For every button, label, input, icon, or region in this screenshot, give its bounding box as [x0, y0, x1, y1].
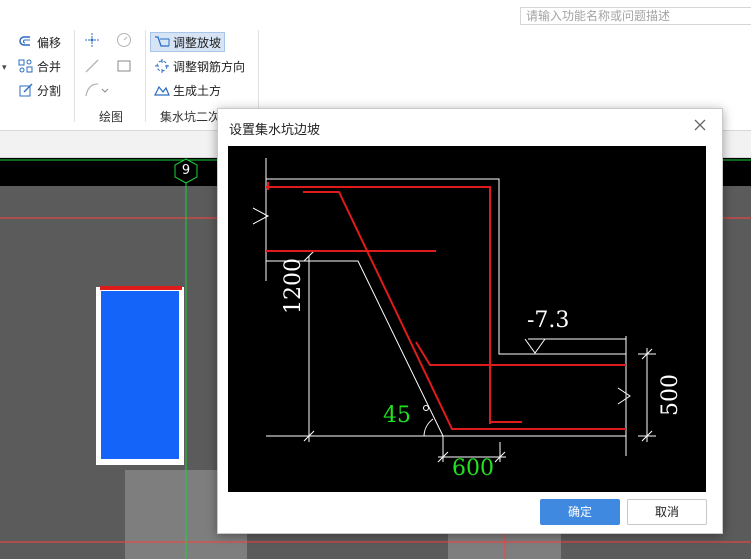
draw-group-label: 绘图 [99, 110, 124, 124]
elevation-symbol [524, 338, 546, 354]
slope-diagram-graphics [252, 158, 656, 463]
ok-button[interactable]: 确定 [540, 499, 620, 525]
elevation-label: -7.3 [527, 308, 570, 333]
height-dimension-label: 1200 [281, 258, 306, 314]
offset-button[interactable]: 偏移 [18, 32, 61, 52]
generate-earthwork-label: 生成土方 [173, 83, 222, 98]
split-button[interactable]: 分割 [18, 80, 61, 100]
pit-edge-highlight [100, 286, 182, 290]
adjust-slope-button[interactable]: 调整放坡 [150, 32, 226, 52]
generate-earthwork-button[interactable]: 生成土方 [154, 80, 221, 100]
point-icon[interactable] [84, 32, 100, 48]
pit-group-label: 集水坑二次 [160, 110, 221, 124]
earthwork-icon [154, 85, 170, 96]
slope-icon [155, 36, 170, 47]
adjust-rebar-direction-label: 调整钢筋方向 [173, 59, 246, 74]
merge-label: 合并 [37, 59, 62, 74]
split-label: 分割 [37, 83, 62, 98]
depth-dimension [638, 348, 656, 442]
angle-dimension-label: 45 [383, 403, 411, 428]
merge-icon [18, 59, 33, 73]
arc-icon[interactable] [84, 82, 110, 98]
dropdown-arrow-icon[interactable]: ▾ [2, 63, 7, 73]
offset-label: 偏移 [37, 35, 62, 50]
axis-label: 9 [181, 163, 191, 178]
offset-icon [19, 36, 30, 46]
separator [145, 30, 146, 122]
rotate-point-icon[interactable] [116, 32, 132, 48]
separator [74, 30, 75, 122]
slope-diagram: 1200 45 600 -7.3 500 [228, 146, 706, 492]
dialog-title: 设置集水坑边坡 [229, 123, 321, 138]
rectangle-icon[interactable] [116, 58, 132, 74]
split-icon [19, 83, 33, 97]
search-input[interactable]: 请输入功能名称或问题描述 [520, 7, 751, 25]
sump-pit[interactable] [101, 291, 179, 459]
slope-line [266, 260, 626, 437]
top-bar: 请输入功能名称或问题描述 [0, 0, 751, 28]
degree-symbol [423, 405, 429, 411]
depth-dimension-label: 500 [658, 374, 683, 416]
break-mark [617, 387, 631, 405]
line-icon[interactable] [84, 58, 100, 74]
outer-top-line [266, 178, 626, 355]
adjust-rebar-direction-button[interactable]: 调整钢筋方向 [154, 56, 245, 76]
cancel-button[interactable]: 取消 [627, 499, 707, 525]
angle-arc [423, 418, 434, 437]
merge-button[interactable]: 合并 [18, 56, 61, 76]
set-pit-slope-dialog: 设置集水坑边坡 1200 45 600 -7.3 500 确定 取消 [217, 108, 723, 534]
close-icon[interactable] [692, 117, 708, 133]
width-dimension-label: 600 [452, 456, 494, 481]
slope-rebar [303, 191, 626, 430]
adjust-slope-label: 调整放坡 [173, 35, 222, 50]
rebar-direction-icon [155, 59, 169, 73]
